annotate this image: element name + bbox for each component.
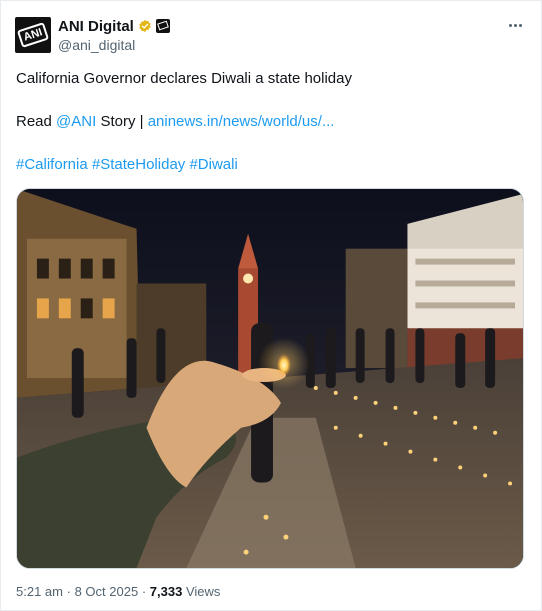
tweet-headline: California Governor declares Diwali a st… (16, 70, 352, 87)
read-prefix: Read (16, 113, 52, 130)
hashtag-stateholiday[interactable]: #StateHoliday (92, 156, 185, 173)
hashtag-california[interactable]: #California (16, 156, 88, 173)
meta-separator: · (66, 584, 71, 599)
story-word: Story | (100, 113, 144, 130)
tweet-meta: 5:21 am · 8 Oct 2025 · 7,333 Views (16, 584, 220, 599)
ani-logo: ANI (16, 22, 50, 48)
more-dot (518, 23, 522, 27)
tweet-read-line: Read @ANI Story | aninews.in/news/world/… (16, 112, 334, 132)
meta-separator-2: · (141, 584, 147, 599)
tweet-time[interactable]: 5:21 am (16, 584, 63, 599)
diwali-night-photo (17, 189, 523, 568)
tweet-card: ANI ANI Digital @ani_digital California … (0, 0, 542, 611)
views-label: Views (185, 584, 221, 599)
author-handle[interactable]: @ani_digital (58, 37, 135, 53)
avatar[interactable]: ANI (15, 17, 51, 53)
story-link[interactable]: aninews.in/news/world/us/... (148, 113, 335, 130)
tweet-photo[interactable] (16, 188, 524, 569)
more-options-button[interactable] (504, 15, 526, 35)
verified-badge-icon[interactable] (138, 19, 152, 33)
hashtag-line: #California #StateHoliday #Diwali (16, 155, 238, 175)
hashtag-diwali[interactable]: #Diwali (189, 156, 237, 173)
more-horizontal-icon (508, 23, 512, 27)
more-dot (513, 23, 517, 27)
tweet-date[interactable]: 8 Oct 2025 (75, 584, 139, 599)
mention-link[interactable]: @ANI (56, 113, 96, 130)
display-name[interactable]: ANI Digital (58, 18, 134, 35)
ani-affiliate-badge-icon[interactable] (155, 19, 170, 33)
author-name-row: ANI Digital (58, 17, 170, 35)
views-count: 7,333 (149, 584, 183, 599)
